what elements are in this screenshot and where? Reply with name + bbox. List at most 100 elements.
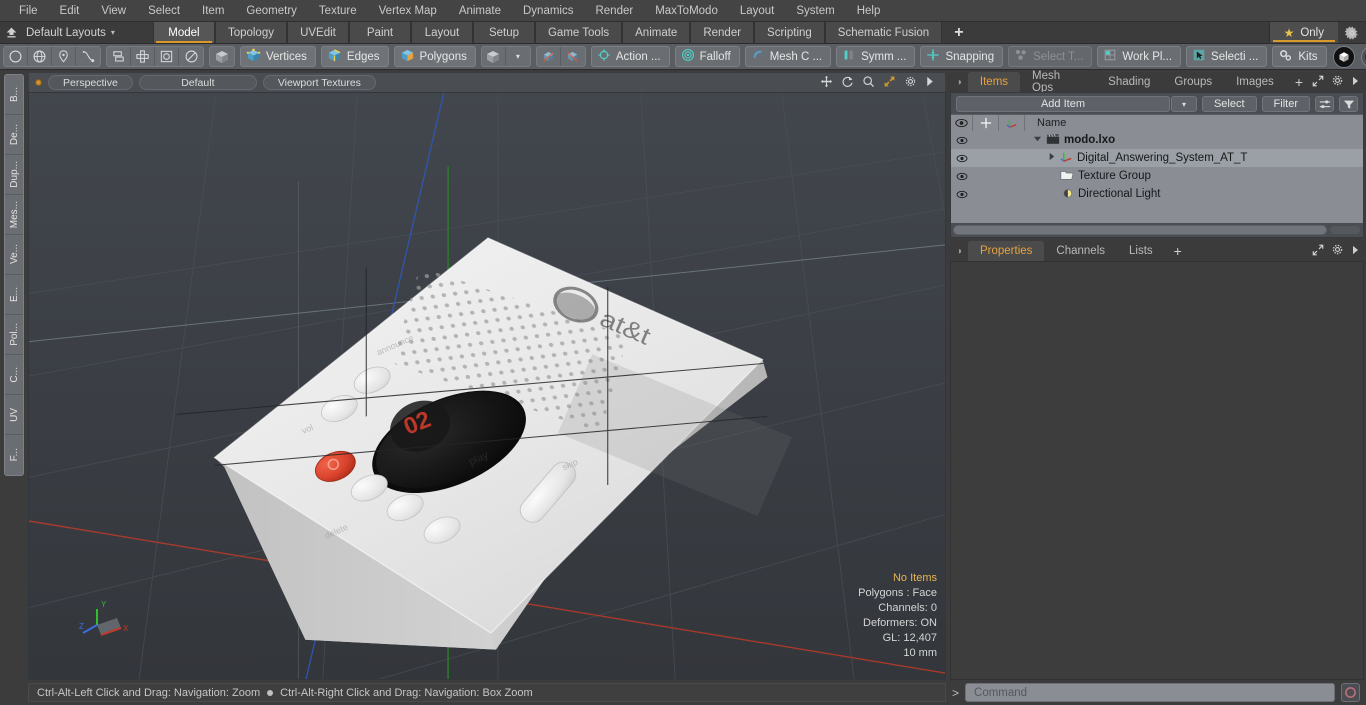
- menu-item-help[interactable]: Help: [846, 0, 892, 22]
- filter-button[interactable]: Filter: [1261, 96, 1310, 112]
- menu-item-maxtomodo[interactable]: MaxToModo: [644, 0, 729, 22]
- menu-item-geometry[interactable]: Geometry: [235, 0, 308, 22]
- tab-layout[interactable]: Layout: [410, 22, 473, 43]
- table-row[interactable]: Texture Group: [951, 167, 1363, 185]
- table-row[interactable]: Digital_Answering_System_AT_T: [951, 149, 1363, 167]
- row-visibility-toggle[interactable]: [951, 154, 973, 163]
- panel-tab-groups[interactable]: Groups: [1162, 72, 1225, 92]
- symmetry-button[interactable]: Symm ...: [836, 46, 916, 67]
- tab-topology[interactable]: Topology: [214, 22, 287, 43]
- panel-tab-images[interactable]: Images: [1224, 72, 1286, 92]
- table-row[interactable]: Directional Light: [951, 185, 1363, 203]
- auto-pivot-icon[interactable]: [561, 47, 585, 66]
- list-options-icon[interactable]: [1315, 96, 1334, 112]
- left-tab-basic[interactable]: B...: [5, 75, 23, 115]
- snapping-button[interactable]: Snapping: [920, 46, 1004, 67]
- left-tab-uv[interactable]: UV: [5, 395, 23, 435]
- mesh-constraint-button[interactable]: Mesh C ...: [744, 46, 832, 67]
- left-tab-mesh-edit[interactable]: Mes...: [5, 195, 23, 235]
- chevron-right-icon[interactable]: [1351, 245, 1360, 258]
- selection-mode-edges[interactable]: Edges: [320, 46, 389, 67]
- panel-tab-properties[interactable]: Properties: [968, 241, 1045, 261]
- menu-item-layout[interactable]: Layout: [729, 0, 786, 22]
- pan-icon[interactable]: [820, 75, 833, 91]
- expand-icon[interactable]: [1312, 244, 1324, 259]
- work-plane-button[interactable]: Work Pl...: [1097, 46, 1182, 67]
- symmetry-icon[interactable]: [131, 47, 155, 66]
- curve-icon[interactable]: [76, 47, 100, 66]
- table-row[interactable]: modo.lxo: [951, 131, 1363, 149]
- tab-schematic-fusion[interactable]: Schematic Fusion: [824, 22, 943, 43]
- left-tab-edge[interactable]: E...: [5, 275, 23, 315]
- expand-icon[interactable]: [1312, 75, 1324, 90]
- gear-icon[interactable]: [1331, 74, 1344, 90]
- radial-icon[interactable]: [179, 47, 203, 66]
- kits-button[interactable]: Kits: [1272, 46, 1327, 67]
- tab-game-tools[interactable]: Game Tools: [534, 22, 623, 43]
- left-tab-curve[interactable]: C...: [5, 355, 23, 395]
- scrollbar-track-end[interactable]: [1329, 225, 1361, 235]
- chevron-right-icon[interactable]: [1351, 76, 1360, 89]
- row-visibility-toggle[interactable]: [951, 190, 973, 199]
- horizontal-scrollbar[interactable]: [953, 225, 1327, 235]
- panel-tab-items[interactable]: Items: [967, 72, 1021, 92]
- selection-mode-polygons[interactable]: Polygons: [393, 46, 476, 67]
- menu-item-animate[interactable]: Animate: [448, 0, 512, 22]
- axis-icon[interactable]: [999, 114, 1025, 132]
- tab-animate[interactable]: Animate: [622, 22, 691, 43]
- menu-item-select[interactable]: Select: [137, 0, 191, 22]
- menu-item-render[interactable]: Render: [584, 0, 644, 22]
- viewport-3d[interactable]: at&t 02 play announce vol delete skip No…: [28, 92, 946, 680]
- falloff-button[interactable]: Falloff: [674, 46, 740, 67]
- cube-solid-icon[interactable]: [210, 47, 234, 66]
- pen-icon[interactable]: [52, 47, 76, 66]
- eye-icon[interactable]: [951, 114, 973, 132]
- action-center-button[interactable]: Action ...: [590, 46, 670, 67]
- viewport-shading-pill[interactable]: Viewport Textures: [262, 75, 376, 90]
- item-name[interactable]: modo.lxo: [1064, 134, 1115, 146]
- rotate-icon[interactable]: [841, 75, 854, 91]
- funnel-icon[interactable]: [1339, 96, 1358, 112]
- fit-icon[interactable]: [883, 75, 896, 91]
- menu-item-dynamics[interactable]: Dynamics: [512, 0, 584, 22]
- menu-item-texture[interactable]: Texture: [308, 0, 368, 22]
- panel-tab-channels[interactable]: Channels: [1044, 241, 1118, 261]
- only-toggle-button[interactable]: ★ Only: [1268, 22, 1338, 43]
- menu-item-system[interactable]: System: [785, 0, 845, 22]
- panel-tab-shading[interactable]: Shading: [1096, 72, 1163, 92]
- globe-icon[interactable]: [28, 47, 52, 66]
- crosshair-icon[interactable]: [973, 114, 999, 132]
- modo-cube-icon[interactable]: [1332, 45, 1355, 68]
- zoom-icon[interactable]: [862, 75, 875, 91]
- tab-paint[interactable]: Paint: [348, 22, 411, 43]
- home-up-icon[interactable]: [0, 22, 22, 43]
- loop-slice-icon[interactable]: [155, 47, 179, 66]
- mirror-icon[interactable]: [107, 47, 131, 66]
- center-pivot-icon[interactable]: [537, 47, 561, 66]
- selection-mode-vertices[interactable]: Vertices: [240, 46, 316, 67]
- expand-triangle-icon[interactable]: [1033, 134, 1042, 146]
- left-tab-fusion[interactable]: F...: [5, 435, 23, 475]
- circle-icon[interactable]: [4, 47, 28, 66]
- select-through-button[interactable]: Select T...: [1008, 46, 1093, 67]
- name-column-header[interactable]: Name: [1025, 115, 1363, 132]
- left-tab-vertex[interactable]: Ve...: [5, 235, 23, 275]
- gear-icon[interactable]: [1338, 22, 1366, 43]
- menu-item-item[interactable]: Item: [191, 0, 235, 22]
- item-mode-caret[interactable]: ▾: [506, 47, 530, 66]
- add-tab-button[interactable]: +: [942, 22, 976, 43]
- left-tab-deform[interactable]: De...: [5, 115, 23, 155]
- left-tab-duplicate[interactable]: Dup...: [5, 155, 23, 195]
- chevron-right-icon[interactable]: [925, 76, 935, 90]
- add-item-caret[interactable]: ▾: [1170, 96, 1197, 112]
- tab-uvedit[interactable]: UVEdit: [286, 22, 349, 43]
- menu-item-view[interactable]: View: [90, 0, 137, 22]
- gear-icon[interactable]: [1331, 243, 1344, 259]
- layout-selector[interactable]: Default Layouts ▾: [22, 22, 125, 43]
- menu-item-file[interactable]: File: [8, 0, 49, 22]
- row-visibility-toggle[interactable]: [951, 172, 973, 181]
- tab-model[interactable]: Model: [152, 22, 215, 43]
- item-cube-icon[interactable]: [482, 47, 506, 66]
- row-visibility-toggle[interactable]: [951, 136, 973, 145]
- record-circle-icon[interactable]: [1341, 683, 1360, 702]
